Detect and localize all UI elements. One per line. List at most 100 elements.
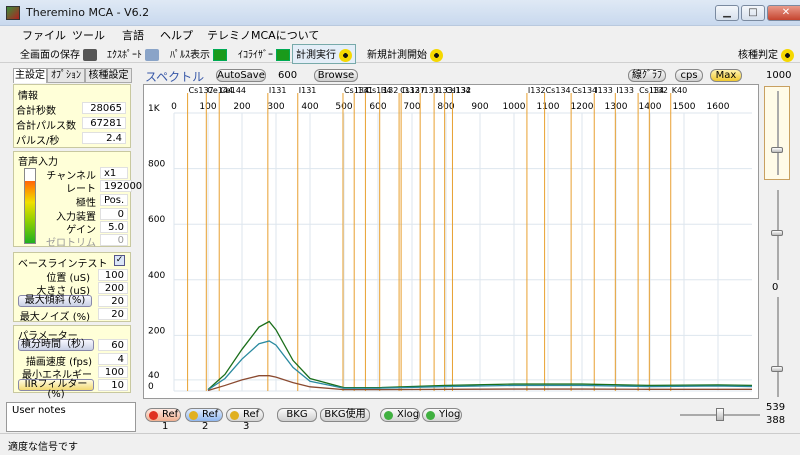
zero-trim-value[interactable]: 0 — [100, 234, 128, 246]
bottom-slider-thumb[interactable] — [716, 408, 724, 421]
menu-file[interactable]: ファイル — [22, 27, 66, 43]
iir-filter-button[interactable]: IIRフィルター (%) — [18, 379, 94, 400]
bkg-button[interactable]: BKG — [277, 408, 317, 422]
close-button[interactable]: ✕ — [767, 5, 800, 21]
ref1-button[interactable]: Ref 1 — [145, 408, 181, 432]
x-tick-label: 900 — [471, 102, 488, 112]
ref2-button[interactable]: Ref 2 — [185, 408, 223, 432]
size-value[interactable]: 200 — [98, 282, 128, 294]
mid-slider-thumb[interactable] — [771, 230, 783, 236]
integration-time-button[interactable]: 積分時間（秒） — [18, 339, 94, 351]
menu-tools[interactable]: ツール — [72, 27, 105, 43]
equalizer-button[interactable]: ｲｺﾗｲｻﾞｰ — [238, 46, 290, 61]
max-noise-value[interactable]: 20 — [98, 308, 128, 320]
isotope-marker-label: I133 — [595, 86, 613, 95]
max-button[interactable]: Max — [710, 69, 742, 82]
x-tick-label: 1200 — [571, 102, 594, 112]
nuclide-label: 核種判定 — [738, 50, 778, 61]
export-button[interactable]: ｴｸｽﾎﾟｰﾄ — [107, 46, 159, 61]
autosave-button[interactable]: AutoSave — [216, 69, 266, 82]
min-energy-value[interactable]: 100 — [98, 366, 128, 378]
isotope-marker-label: I132 — [381, 86, 399, 95]
info-title: 情報 — [18, 91, 38, 102]
top-slider-track — [777, 91, 779, 175]
channel-value[interactable]: x1 — [100, 167, 128, 179]
user-notes-box[interactable]: User notes — [6, 402, 136, 432]
x-tick-label: 1000 — [503, 102, 526, 112]
max-slope-button[interactable]: 最大傾斜 (%) — [18, 295, 92, 307]
gain-value[interactable]: 5.0 — [100, 221, 128, 233]
baseline-title: ベースラインテスト — [18, 259, 108, 270]
bkg-use-button[interactable]: BKG使用 — [320, 408, 370, 422]
iir-filter-value[interactable]: 10 — [98, 379, 128, 391]
x-tick-label: 600 — [369, 102, 386, 112]
run-label: 計測実行 — [296, 50, 336, 61]
minimize-button[interactable]: ▁ — [715, 5, 739, 21]
export-label: ｴｸｽﾎﾟｰﾄ — [107, 50, 142, 61]
menu-help[interactable]: ヘルプ — [160, 27, 193, 43]
save-all-button[interactable]: 全画面の保存 — [20, 46, 97, 61]
position-value[interactable]: 100 — [98, 269, 128, 281]
spectrum-plot[interactable]: 0 100 200 300 400 500 600 700 800 900 1000 1100 1200… — [143, 84, 759, 399]
spectrum-chart[interactable]: 0 100 200 300 400 500 600 700 800 900 1000 1100 1200… — [144, 85, 758, 398]
x-tick-label: 300 — [267, 102, 284, 112]
parameters-group: パラメーター 積分時間（秒） 60 描画速度 (fps) 4 最小エネルギー 1… — [13, 325, 131, 400]
run-button[interactable]: 計測実行 — [292, 44, 356, 64]
isotope-marker-label: I131 — [269, 86, 287, 95]
menu-about[interactable]: テレミノMCAについて — [207, 27, 319, 43]
ref1-label: Ref 1 — [162, 409, 179, 432]
isotope-marker-label: Cs134 — [546, 86, 571, 95]
new-start-button[interactable]: 新規計測開始 — [367, 46, 443, 62]
autosave-interval[interactable]: 600 — [278, 70, 297, 81]
total-seconds-value: 28065 — [82, 102, 126, 114]
tab-main[interactable]: 主設定 — [13, 68, 47, 83]
isotope-marker-label: Ce144 — [220, 86, 246, 95]
audio-title: 音声入力 — [18, 157, 58, 168]
total-seconds-label: 合計秒数 — [16, 106, 56, 117]
ref1-dot-icon — [149, 411, 158, 420]
export-icon — [145, 49, 159, 61]
rate-label: レート — [66, 184, 96, 195]
rate-value[interactable]: 192000 — [100, 180, 142, 192]
equalizer-label: ｲｺﾗｲｻﾞｰ — [238, 50, 273, 61]
zero-trim-label: ゼロトリム — [46, 238, 96, 249]
toolbar: 全画面の保存 ｴｸｽﾎﾟｰﾄ ﾊﾟﾙｽ表示 ｲｺﾗｲｻﾞｰ 計測実行 新規計測開… — [0, 43, 800, 64]
total-pulses-label: 合計パルス数 — [16, 121, 76, 132]
max-slope-value[interactable]: 20 — [98, 295, 128, 307]
menu-language[interactable]: 言語 — [122, 27, 144, 43]
y-tick-label: 200 — [148, 326, 165, 336]
polarity-value[interactable]: Pos. — [100, 194, 128, 206]
ref3-button[interactable]: Ref 3 — [226, 408, 264, 432]
pulse-display-button[interactable]: ﾊﾟﾙｽ表示 — [170, 46, 227, 61]
isotope-marker-label: I132 — [528, 86, 546, 95]
isotope-marker-label: I132 — [402, 86, 420, 95]
xlog-button[interactable]: Xlog — [380, 408, 420, 422]
cps-button[interactable]: cps — [675, 69, 703, 82]
line-graph-button[interactable]: 線ｸﾞﾗﾌ — [628, 69, 666, 82]
top-slider-thumb[interactable] — [771, 147, 783, 153]
xlog-dot-icon — [384, 411, 393, 420]
save-all-label: 全画面の保存 — [20, 50, 80, 61]
total-pulses-value: 67281 — [82, 117, 126, 129]
ref3-label: Ref 3 — [243, 409, 260, 432]
browse-button[interactable]: Browse — [314, 69, 358, 82]
status-bar: 適度な信号です — [0, 433, 800, 455]
maximize-button[interactable]: □ — [741, 5, 765, 21]
tab-nuclide-settings[interactable]: 核種設定 — [85, 68, 132, 83]
lower-slider-track — [777, 297, 779, 397]
tab-options[interactable]: ｵﾌﾟｼｮﾝ — [47, 68, 85, 83]
top-slider[interactable] — [764, 86, 790, 180]
ref2-label: Ref 2 — [202, 409, 219, 432]
input-device-value[interactable]: 0 — [100, 208, 128, 220]
baseline-test-group: ベースラインテスト ✓ 位置 (uS) 100 大きさ (uS) 200 最大傾… — [13, 252, 131, 323]
integration-time-value[interactable]: 60 — [98, 339, 128, 351]
window-title: Theremino MCA - V6.2 — [26, 6, 150, 19]
baseline-checkbox[interactable]: ✓ — [114, 255, 125, 266]
nuclide-button[interactable]: 核種判定 — [738, 46, 794, 62]
menu-bar: ファイル ツール 言語 ヘルプ テレミノMCAについて — [0, 26, 800, 43]
ylog-button[interactable]: Ylog — [422, 408, 462, 422]
max-noise-label: 最大ノイズ (%) — [19, 312, 90, 323]
draw-speed-value[interactable]: 4 — [98, 353, 128, 365]
lower-slider-thumb[interactable] — [771, 366, 783, 372]
plot-background — [144, 85, 758, 398]
